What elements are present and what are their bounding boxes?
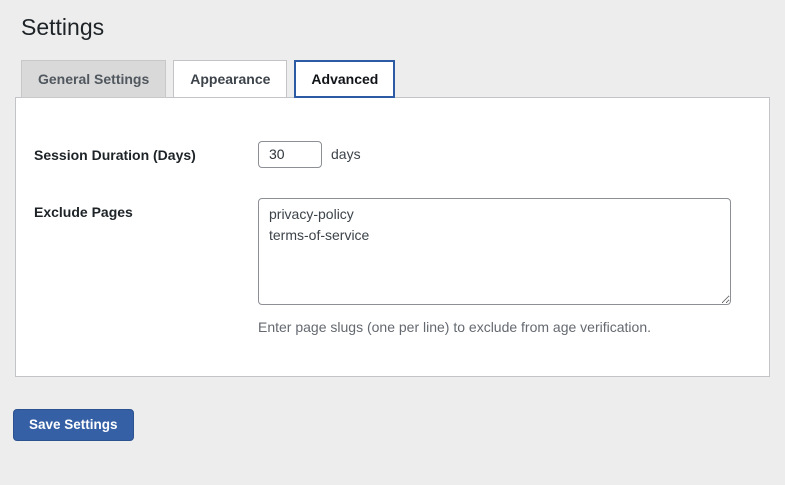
tab-advanced[interactable]: Advanced <box>294 60 395 98</box>
exclude-pages-help-text: Enter page slugs (one per line) to exclu… <box>258 318 731 336</box>
exclude-pages-field-group: privacy-policy terms-of-service Enter pa… <box>258 198 731 336</box>
settings-tab-bar: General Settings Appearance Advanced <box>15 60 770 97</box>
session-duration-label: Session Duration (Days) <box>34 141 258 164</box>
session-duration-row: Session Duration (Days) days <box>34 141 735 168</box>
session-duration-input[interactable] <box>258 141 322 168</box>
session-duration-suffix: days <box>331 146 361 162</box>
exclude-pages-textarea[interactable]: privacy-policy terms-of-service <box>258 198 731 305</box>
page-title: Settings <box>0 0 785 43</box>
advanced-settings-panel: Session Duration (Days) days Exclude Pag… <box>15 97 770 377</box>
save-settings-button[interactable]: Save Settings <box>13 409 134 441</box>
exclude-pages-label: Exclude Pages <box>34 198 258 221</box>
tab-general-settings[interactable]: General Settings <box>21 60 166 98</box>
session-duration-field-group: days <box>258 141 361 168</box>
exclude-pages-row: Exclude Pages privacy-policy terms-of-se… <box>34 198 735 336</box>
tab-appearance[interactable]: Appearance <box>173 60 287 98</box>
